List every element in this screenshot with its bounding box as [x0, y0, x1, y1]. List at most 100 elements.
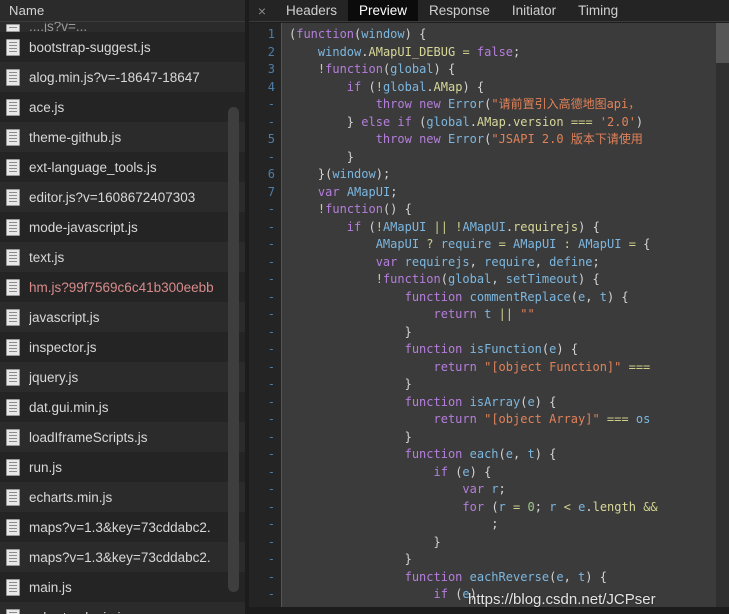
line-number: -	[267, 289, 275, 304]
code-line: function commentReplace(e, t) {	[404, 289, 629, 304]
code-line: return "[object Array]" === os	[433, 412, 651, 426]
line-number: -	[267, 394, 275, 409]
request-list-item[interactable]: jquery.js	[0, 362, 245, 392]
document-icon	[6, 608, 20, 614]
line-number: -	[267, 447, 275, 461]
line-number: 1	[267, 27, 275, 41]
request-list[interactable]: ....js?v=... bootstrap-suggest.js alog.min…	[0, 22, 245, 614]
document-icon	[6, 368, 20, 386]
request-list-item[interactable]: text.js	[0, 242, 245, 272]
line-number: -	[267, 272, 275, 286]
request-name: maps?v=1.3&key=73cddabc2.	[29, 519, 211, 535]
request-name: bootstrap-suggest.js	[29, 39, 151, 55]
document-icon	[6, 248, 20, 266]
code-line: function eachReverse(e, t) {	[404, 569, 607, 584]
code-line: }	[404, 324, 412, 339]
request-list-item[interactable]: ....js?v=...	[0, 22, 245, 32]
document-icon	[6, 548, 20, 566]
document-icon	[6, 518, 20, 536]
details-tab-bar: × Headers Preview Response Initiator Timing	[249, 0, 729, 22]
code-line: (function(window) {	[289, 27, 427, 41]
code-scrollbar-thumb[interactable]	[716, 23, 729, 63]
line-number: 5	[267, 132, 275, 146]
line-number: -	[267, 517, 275, 531]
line-number: -	[267, 499, 275, 514]
code-line: function isArray(e) {	[404, 394, 557, 409]
request-name: text.js	[29, 249, 65, 265]
line-number: -	[267, 412, 275, 426]
request-list-scrollbar-thumb[interactable]	[228, 107, 239, 592]
code-line: var requirejs, require, define;	[375, 254, 600, 269]
request-list-item[interactable]: alog.min.js?v=-18647-18647	[0, 62, 245, 92]
line-number: -	[267, 569, 275, 584]
tab-headers[interactable]: Headers	[275, 0, 348, 21]
line-number: -	[267, 464, 275, 479]
line-number: -	[267, 377, 275, 391]
tab-preview[interactable]: Preview	[348, 0, 419, 21]
code-line: if (!AMapUI || !AMapUI.requirejs) {	[346, 219, 600, 234]
line-number: 6	[267, 167, 275, 181]
request-list-item[interactable]: echarts-gl.min.js	[0, 602, 245, 614]
line-number: -	[267, 359, 275, 374]
preview-code-viewer[interactable]: 1234--5-67------------------------ (func…	[249, 22, 729, 614]
line-number: -	[267, 482, 275, 496]
code-line: if (e) {	[433, 464, 492, 479]
request-name: jquery.js	[29, 369, 79, 385]
code-line: }	[404, 377, 412, 391]
code-line: !function(global, setTimeout) {	[375, 272, 600, 286]
code-line: throw new Error("JSAPI 2.0 版本下请使用	[375, 132, 643, 146]
request-list-item[interactable]: loadIframeScripts.js	[0, 422, 245, 452]
bottom-strip	[249, 607, 729, 614]
request-list-item[interactable]: inspector.js	[0, 332, 245, 362]
request-list-item[interactable]: javascript.js	[0, 302, 245, 332]
code-scrollbar-track[interactable]	[716, 23, 729, 614]
request-name: ext-language_tools.js	[29, 159, 157, 175]
request-list-item[interactable]: dat.gui.min.js	[0, 392, 245, 422]
code-line: } else if (global.AMap.version === '2.0'…	[346, 114, 644, 129]
column-header-name[interactable]: Name	[9, 3, 44, 18]
line-number: -	[267, 534, 275, 549]
line-number: -	[267, 307, 275, 321]
code-content[interactable]: (function(window) { window.AMapUI_DEBUG …	[282, 23, 729, 614]
request-list-item[interactable]: run.js	[0, 452, 245, 482]
request-name: inspector.js	[29, 339, 97, 355]
request-name: theme-github.js	[29, 129, 122, 145]
tab-initiator[interactable]: Initiator	[501, 0, 567, 21]
request-list-item[interactable]: ext-language_tools.js	[0, 152, 245, 182]
request-list-item[interactable]: hm.js?99f7569c6c41b300eebb	[0, 272, 245, 302]
request-list-item[interactable]: mode-javascript.js	[0, 212, 245, 242]
document-icon	[6, 338, 20, 356]
line-number: -	[267, 254, 275, 269]
code-line: if (e)	[433, 587, 477, 601]
code-line: var r;	[462, 482, 506, 496]
code-line: for (r = 0; r < e.length &&	[462, 499, 658, 514]
line-number: -	[267, 202, 275, 216]
document-icon	[6, 398, 20, 416]
document-icon	[6, 128, 20, 146]
request-list-item[interactable]: main.js	[0, 572, 245, 602]
code-line: }	[433, 534, 441, 549]
tab-timing[interactable]: Timing	[567, 0, 629, 21]
request-list-item[interactable]: ace.js	[0, 92, 245, 122]
line-number: -	[267, 149, 275, 164]
close-icon[interactable]: ×	[249, 0, 275, 21]
document-icon	[6, 218, 20, 236]
request-list-item[interactable]: bootstrap-suggest.js	[0, 32, 245, 62]
code-line: ;	[491, 517, 499, 531]
document-icon	[6, 428, 20, 446]
document-icon	[6, 38, 20, 56]
code-line: function isFunction(e) {	[404, 342, 579, 356]
code-line: if (!global.AMap) {	[346, 79, 485, 94]
code-line: !function() {	[317, 202, 412, 216]
request-list-item[interactable]: editor.js?v=1608672407303	[0, 182, 245, 212]
request-list-scrollbar-track[interactable]	[228, 22, 242, 614]
request-list-item[interactable]: maps?v=1.3&key=73cddabc2.	[0, 512, 245, 542]
tab-response[interactable]: Response	[418, 0, 501, 21]
request-list-item[interactable]: echarts.min.js	[0, 482, 245, 512]
request-list-item[interactable]: maps?v=1.3&key=73cddabc2.	[0, 542, 245, 572]
request-list-item[interactable]: theme-github.js	[0, 122, 245, 152]
code-line: var AMapUI;	[317, 184, 398, 199]
line-number: -	[267, 587, 275, 601]
document-icon	[6, 308, 20, 326]
document-icon	[6, 278, 20, 296]
